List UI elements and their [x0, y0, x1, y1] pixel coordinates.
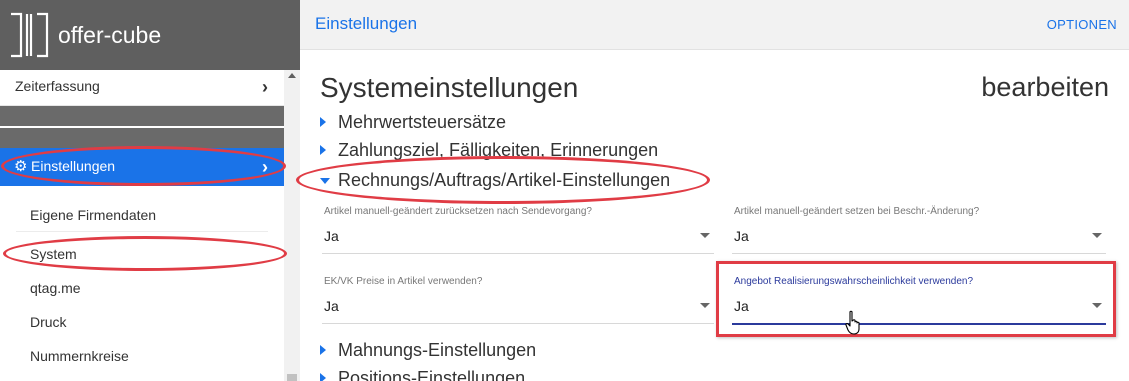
sidebar-scrollbar[interactable] — [284, 70, 300, 381]
sidebar-item-zeiterfassung[interactable]: Zeiterfassung › — [0, 70, 284, 106]
scrollbar-thumb[interactable] — [287, 374, 297, 381]
dropdown-arrow-icon — [700, 303, 710, 308]
expand-arrow-icon — [320, 117, 326, 127]
page-title: Systemeinstellungen — [320, 72, 579, 103]
field-underline — [322, 253, 714, 254]
sidebar-subitem-qtag[interactable]: qtag.me — [16, 271, 268, 305]
hand-cursor-icon — [845, 310, 860, 335]
top-bar-title: Einstellungen — [315, 14, 418, 33]
field-label: EK/VK Preise in Artikel verwenden? — [324, 276, 483, 287]
field-underline — [732, 253, 1106, 254]
sidebar-subitem-nummernkreise[interactable]: Nummernkreise — [16, 339, 268, 373]
sidebar-subitem-label: qtag.me — [30, 280, 81, 296]
section-label: Mahnungs-Einstellungen — [338, 340, 537, 360]
section-label: Positions-Einstellungen — [338, 368, 526, 381]
scroll-up-arrow-icon[interactable] — [288, 73, 296, 78]
dropdown-arrow-icon — [1092, 233, 1102, 238]
expand-arrow-icon — [320, 345, 326, 355]
field-value: Ja — [734, 228, 749, 244]
sidebar-divider — [0, 106, 284, 126]
sidebar-subitem-druck[interactable]: Druck — [16, 305, 268, 339]
field-label: Artikel manuell-geändert zurücksetzen na… — [324, 206, 592, 217]
sidebar-subitem-firmendaten[interactable]: Eigene Firmendaten — [16, 198, 268, 232]
sidebar-subitem-label: Druck — [30, 314, 67, 330]
options-button[interactable]: OPTIONEN — [1047, 17, 1117, 32]
expand-arrow-icon — [320, 373, 326, 381]
sidebar-subitem-label: Nummernkreise — [30, 348, 129, 364]
select-artikel-setzen[interactable]: Artikel manuell-geändert setzen bei Besc… — [732, 206, 1106, 264]
annotation-oval-rechnungs-section — [296, 156, 710, 204]
offer-cube-logo-icon — [11, 12, 49, 58]
sidebar-item-label: Zeiterfassung — [15, 78, 100, 94]
annotation-highlight-box — [716, 261, 1116, 337]
expand-arrow-icon — [320, 145, 326, 155]
annotation-oval-einstellungen — [1, 146, 286, 186]
sidebar-divider — [0, 128, 284, 148]
sidebar: offer-cube Zeiterfassung › ⚙ Einstellung… — [0, 0, 300, 381]
annotation-oval-system — [3, 236, 287, 271]
select-artikel-zuruecksetzen[interactable]: Artikel manuell-geändert zurücksetzen na… — [322, 206, 714, 264]
dropdown-arrow-icon — [700, 233, 710, 238]
app-name: offer-cube — [58, 22, 162, 48]
chevron-right-icon: › — [262, 77, 268, 97]
section-label: Mehrwertsteuersätze — [338, 112, 507, 132]
app-window: offer-cube Zeiterfassung › ⚙ Einstellung… — [0, 0, 1129, 381]
select-ek-vk-preise[interactable]: EK/VK Preise in Artikel verwenden? Ja — [322, 276, 714, 334]
edit-link[interactable]: bearbeiten — [981, 72, 1109, 103]
field-value: Ja — [324, 298, 339, 314]
sidebar-subitem-label: Eigene Firmendaten — [30, 207, 157, 223]
logo-bar: offer-cube — [0, 0, 300, 70]
field-underline — [322, 323, 714, 324]
field-label: Artikel manuell-geändert setzen bei Besc… — [734, 206, 980, 217]
field-value: Ja — [324, 228, 339, 244]
top-bar: Einstellungen OPTIONEN — [300, 0, 1129, 50]
